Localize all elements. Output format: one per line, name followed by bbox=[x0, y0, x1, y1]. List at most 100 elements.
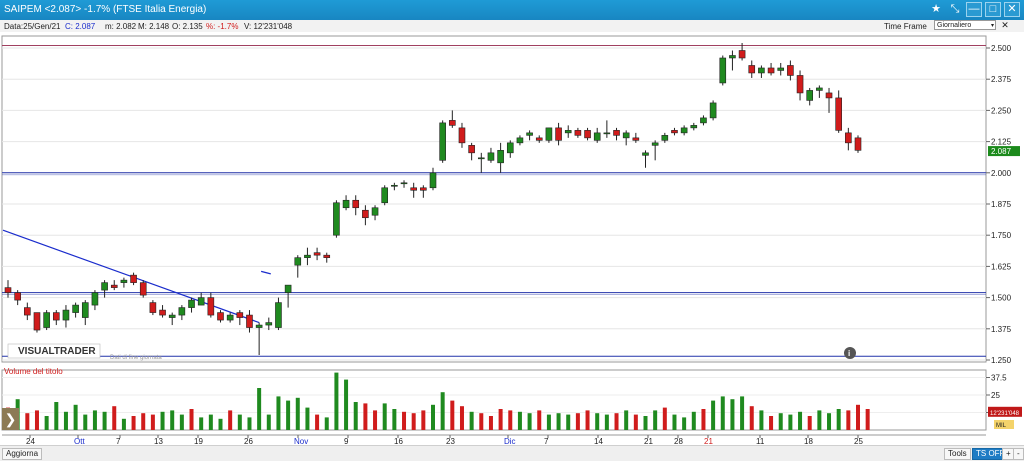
candle-body bbox=[188, 299, 195, 308]
volume-bar bbox=[556, 413, 561, 430]
candle-body bbox=[439, 122, 446, 161]
volume-bar bbox=[537, 410, 542, 430]
candle-body bbox=[651, 142, 659, 146]
candle-body bbox=[613, 130, 620, 136]
volume-bar bbox=[334, 372, 339, 430]
candle-body bbox=[593, 132, 601, 141]
volume-bar bbox=[421, 410, 426, 430]
candle-body bbox=[352, 199, 360, 209]
volume-bar bbox=[150, 414, 155, 430]
volume-bar bbox=[179, 414, 184, 430]
volume-bar bbox=[662, 407, 667, 430]
x-tick-label: 23 bbox=[446, 437, 455, 445]
candle-body bbox=[632, 137, 640, 141]
zoom-out-button[interactable]: - bbox=[1013, 448, 1024, 460]
volume-bar bbox=[25, 413, 30, 430]
volume-bar bbox=[508, 410, 513, 430]
candle-body bbox=[690, 125, 698, 129]
data-caption: Dati di fine giornata bbox=[110, 355, 162, 361]
candle-body bbox=[391, 184, 398, 187]
x-tick-label: 13 bbox=[154, 437, 163, 445]
volume-bar bbox=[682, 417, 687, 430]
volume-bar bbox=[102, 411, 107, 430]
info-close: C: 2.087 bbox=[65, 22, 96, 31]
volume-bar bbox=[856, 404, 860, 430]
candle-body bbox=[429, 172, 437, 189]
candle-body bbox=[458, 127, 466, 144]
candle-body bbox=[748, 65, 756, 74]
close-button[interactable]: ✕ bbox=[1004, 2, 1020, 17]
x-tick-label: 21 bbox=[704, 437, 713, 445]
close-icon[interactable]: ✕ bbox=[1000, 21, 1010, 30]
minimize-button[interactable]: — bbox=[966, 2, 982, 17]
candle-body bbox=[816, 87, 823, 91]
volume-bar bbox=[604, 414, 609, 430]
candle-body bbox=[342, 199, 350, 209]
volume-bar bbox=[546, 414, 551, 430]
candle-body bbox=[719, 57, 727, 84]
refresh-button[interactable]: Aggiorna bbox=[2, 448, 43, 460]
candle-body bbox=[62, 309, 70, 321]
candle-body bbox=[265, 322, 273, 326]
volume-bar bbox=[199, 417, 204, 430]
price-tick-label: 1.875 bbox=[991, 200, 1012, 209]
candle-body bbox=[671, 130, 678, 134]
volume-bar bbox=[624, 410, 629, 430]
candle-body bbox=[52, 312, 60, 321]
volume-tick-label: 37.5 bbox=[991, 374, 1007, 383]
timeframe-label: Time Frame bbox=[884, 22, 927, 31]
candle-body bbox=[574, 130, 582, 136]
expand-panel-button[interactable]: ❯ bbox=[2, 408, 19, 430]
candle-body bbox=[72, 304, 79, 313]
volume-bar bbox=[450, 400, 455, 430]
candle-body bbox=[497, 150, 504, 164]
tools-button[interactable]: Tools bbox=[944, 448, 971, 460]
candle-body bbox=[700, 117, 707, 124]
candle-body bbox=[33, 312, 41, 331]
price-tick-label: 1.500 bbox=[991, 294, 1012, 303]
volume-bar bbox=[92, 410, 97, 430]
maximize-button[interactable]: □ bbox=[985, 2, 1001, 17]
title-bar: SAIPEM <2.087> -1.7% (FTSE Italia Energi… bbox=[0, 0, 1024, 20]
star-icon[interactable]: ★ bbox=[928, 2, 944, 17]
candle-body bbox=[101, 282, 108, 291]
candle-body bbox=[255, 324, 263, 328]
window-controls: ★ ⤡ — □ ✕ bbox=[928, 2, 1020, 17]
volume-bar bbox=[131, 416, 136, 430]
candle-body bbox=[410, 187, 417, 191]
candle-body bbox=[584, 130, 591, 139]
candle-body bbox=[381, 187, 389, 204]
x-tick-label: 14 bbox=[594, 437, 603, 445]
volume-bar bbox=[711, 400, 716, 430]
x-tick-label: 9 bbox=[344, 437, 349, 445]
price-chart[interactable]: 2.500 2.375 2.250 2.125 2.000 1.875 1.750 1.625… bbox=[0, 32, 1024, 445]
x-tick-label: 26 bbox=[244, 437, 253, 445]
candle-body bbox=[159, 309, 166, 316]
chevron-down-icon: ▾ bbox=[990, 23, 994, 29]
volume-bar bbox=[392, 409, 397, 430]
candle-body bbox=[197, 297, 205, 306]
candle-body bbox=[420, 187, 427, 191]
volume-bar bbox=[672, 414, 677, 430]
volume-bar bbox=[827, 413, 832, 430]
timeframe-select[interactable]: Giornaliero ▾ bbox=[934, 20, 996, 30]
current-price-label: 2.087 bbox=[991, 147, 1012, 156]
expand-icon[interactable]: ⤡ bbox=[947, 2, 963, 17]
candle-body bbox=[796, 75, 804, 94]
candle-body bbox=[304, 254, 311, 258]
candle-body bbox=[758, 67, 765, 74]
candle-body bbox=[120, 279, 128, 283]
volume-bar bbox=[34, 410, 39, 430]
x-tick-label: 11 bbox=[756, 437, 765, 445]
volume-bar bbox=[769, 416, 774, 430]
candle-body bbox=[516, 137, 524, 144]
volume-tick-label: 25 bbox=[991, 391, 1000, 400]
candle-body bbox=[709, 102, 717, 119]
volume-bar bbox=[798, 411, 803, 430]
x-tick-label: 28 bbox=[674, 437, 683, 445]
volume-bar bbox=[324, 417, 329, 430]
x-tick-label: Dic bbox=[504, 437, 516, 445]
volume-bar bbox=[353, 402, 358, 430]
x-tick-label: Ott bbox=[74, 437, 85, 445]
volume-bar bbox=[498, 409, 503, 430]
